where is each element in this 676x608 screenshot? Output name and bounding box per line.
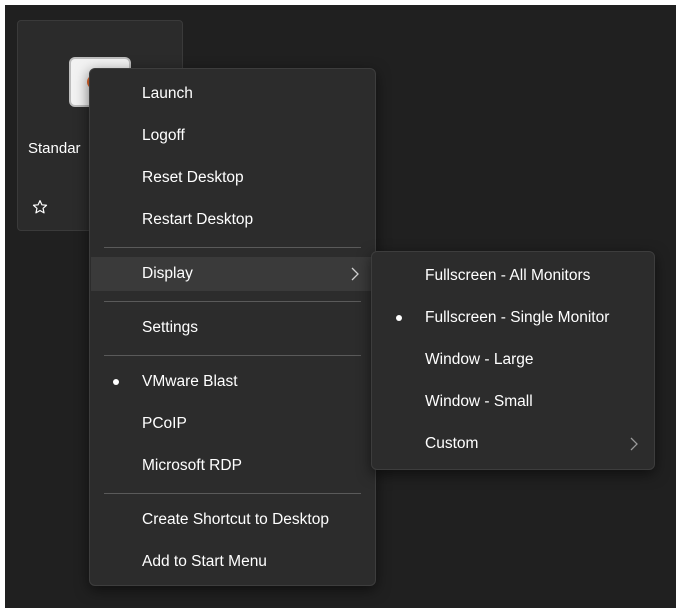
menu-item-create-shortcut[interactable]: Create Shortcut to Desktop [91, 503, 374, 537]
submenu-item-fullscreen-all[interactable]: Fullscreen - All Monitors [373, 259, 653, 293]
submenu-item-custom[interactable]: Custom [373, 427, 653, 461]
menu-item-label: Logoff [142, 127, 185, 144]
submenu-item-window-small[interactable]: Window - Small [373, 385, 653, 419]
menu-item-label: Settings [142, 319, 199, 336]
submenu-item-window-large[interactable]: Window - Large [373, 343, 653, 377]
menu-item-label: Launch [142, 85, 193, 102]
chevron-right-icon [630, 437, 638, 451]
menu-item-label: Window - Small [425, 393, 533, 410]
display-submenu: Fullscreen - All Monitors Fullscreen - S… [371, 251, 655, 470]
menu-item-label: Microsoft RDP [142, 457, 242, 474]
menu-item-microsoft-rdp[interactable]: Microsoft RDP [91, 449, 374, 483]
menu-separator [104, 301, 361, 302]
menu-item-add-to-start[interactable]: Add to Start Menu [91, 545, 374, 579]
menu-item-reset-desktop[interactable]: Reset Desktop [91, 161, 374, 195]
menu-item-restart-desktop[interactable]: Restart Desktop [91, 203, 374, 237]
menu-item-label: Custom [425, 435, 479, 452]
menu-separator [104, 247, 361, 248]
tile-name: Standar [28, 140, 81, 157]
menu-item-logoff[interactable]: Logoff [91, 119, 374, 153]
menu-item-label: Add to Start Menu [142, 553, 267, 570]
submenu-item-fullscreen-single[interactable]: Fullscreen - Single Monitor [373, 301, 653, 335]
menu-item-label: Display [142, 265, 193, 282]
menu-item-label: Restart Desktop [142, 211, 254, 228]
menu-item-display[interactable]: Display [91, 257, 374, 291]
context-menu: Launch Logoff Reset Desktop Restart Desk… [89, 68, 376, 586]
selected-bullet-icon [113, 379, 119, 385]
menu-item-label: Fullscreen - All Monitors [425, 267, 591, 284]
menu-item-settings[interactable]: Settings [91, 311, 374, 345]
menu-item-pcoip[interactable]: PCoIP [91, 407, 374, 441]
menu-item-launch[interactable]: Launch [91, 77, 374, 111]
menu-item-label: VMware Blast [142, 373, 238, 390]
menu-item-label: PCoIP [142, 415, 187, 432]
menu-item-vmware-blast[interactable]: VMware Blast [91, 365, 374, 399]
menu-separator [104, 493, 361, 494]
menu-item-label: Reset Desktop [142, 169, 244, 186]
chevron-right-icon [351, 267, 359, 281]
star-outline-icon[interactable] [31, 198, 49, 216]
menu-item-label: Fullscreen - Single Monitor [425, 309, 610, 326]
menu-item-label: Create Shortcut to Desktop [142, 511, 329, 528]
menu-item-label: Window - Large [425, 351, 534, 368]
menu-separator [104, 355, 361, 356]
selected-bullet-icon [396, 315, 402, 321]
desktop-canvas: Standar Launch Logoff Reset Desktop Rest… [5, 5, 676, 608]
